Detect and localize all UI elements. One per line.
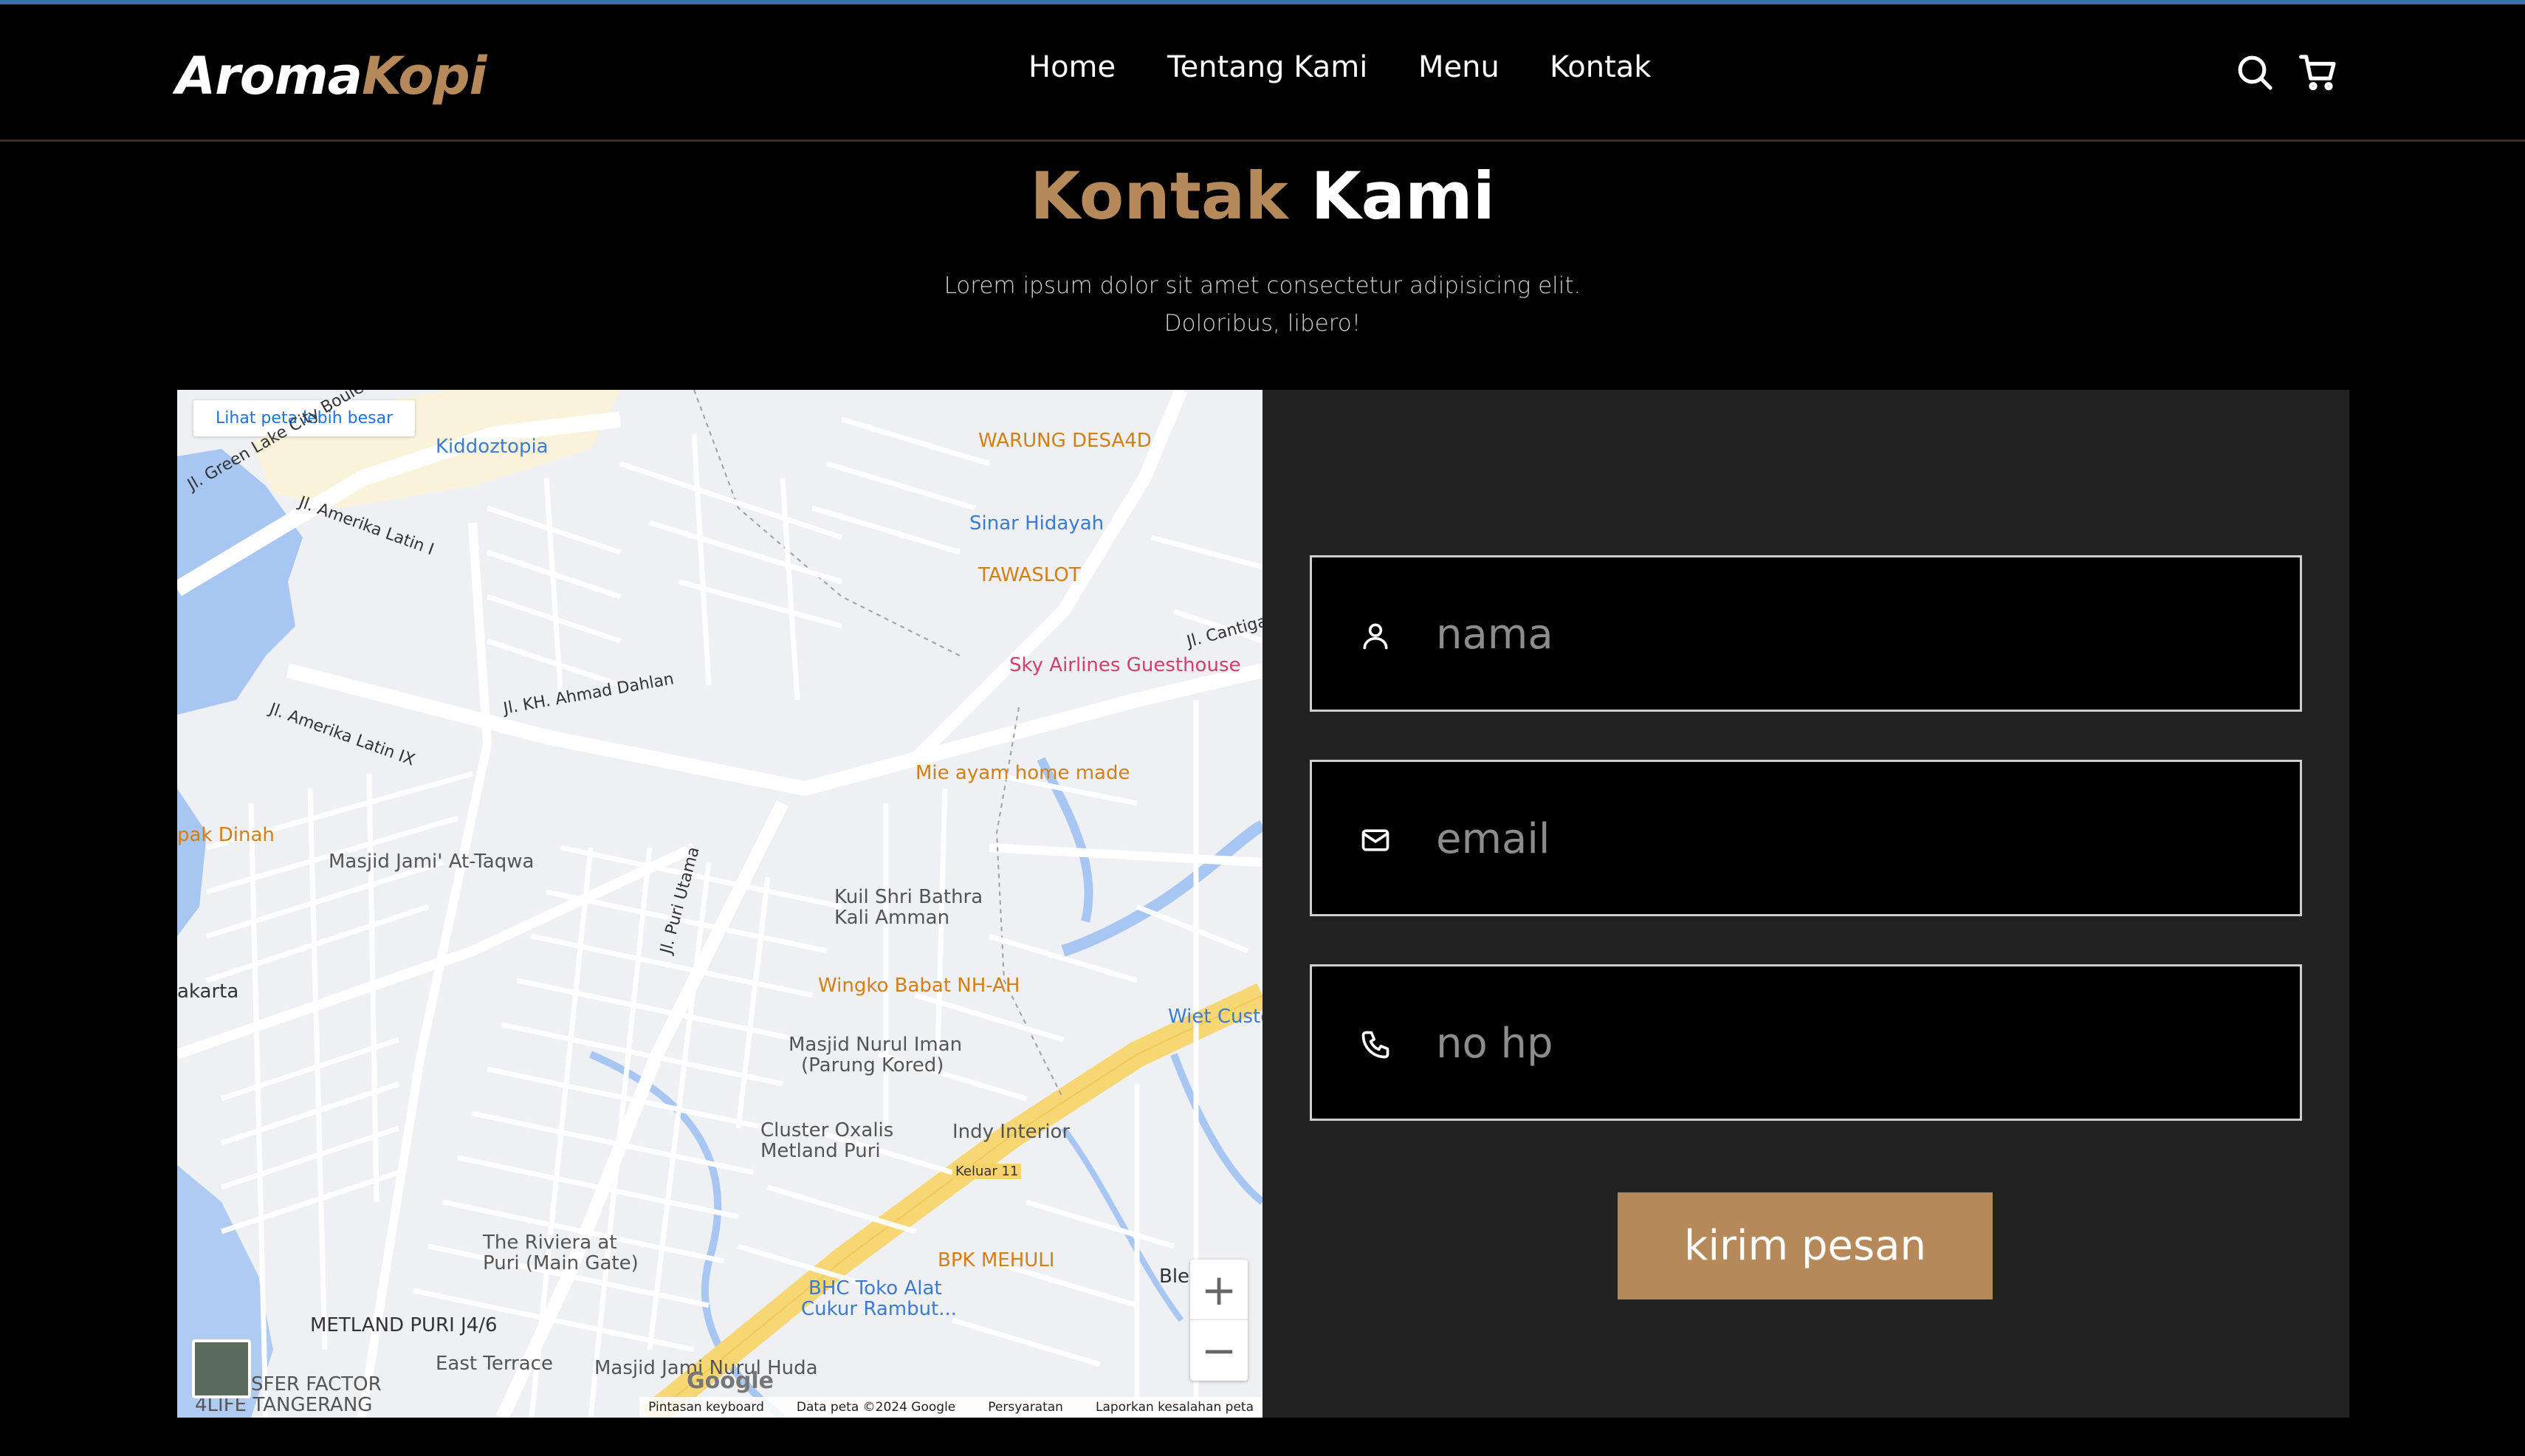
map-footer-report[interactable]: Laporkan kesalahan peta	[1096, 1400, 1254, 1415]
navbar: AromaKopi Home Tentang Kami Menu Kontak	[0, 4, 2525, 142]
map-label-warung[interactable]: WARUNG DESA4D	[978, 430, 1152, 452]
map-label-transfer[interactable]: SFER FACTOR	[251, 1373, 382, 1395]
map-label-akarta: akarta	[177, 981, 239, 1003]
map-label-pakdinah[interactable]: pak Dinah	[177, 824, 275, 846]
name-input[interactable]	[1436, 596, 2278, 673]
nav-home-link[interactable]: Home	[1028, 50, 1116, 84]
brand-part1: Aroma	[176, 46, 363, 106]
map-label-mieayam[interactable]: Mie ayam home made	[915, 762, 1130, 784]
zoom-in-button[interactable]: +	[1190, 1260, 1248, 1320]
contact-form: kirim pesan	[1262, 390, 2349, 1418]
map-label-metland[interactable]: METLAND PURI J4/6	[310, 1314, 498, 1336]
page-title: Kontak Kami	[0, 158, 2525, 234]
subtitle-line1: Lorem ipsum dolor sit amet consectetur a…	[944, 272, 1581, 299]
map-label-kuil2[interactable]: Kali Amman	[834, 907, 949, 929]
email-field[interactable]	[1310, 760, 2302, 916]
brand-part2: Kopi	[361, 46, 487, 106]
map-label-nurul1[interactable]: Masjid Nurul Iman	[789, 1034, 962, 1056]
nav-contact-link[interactable]: Kontak	[1550, 50, 1651, 84]
map-label-riviera2[interactable]: Puri (Main Gate)	[483, 1252, 639, 1274]
map-label-sinar[interactable]: Sinar Hidayah	[969, 512, 1104, 535]
map-label-kiddoztopia[interactable]: Kiddoztopia	[436, 436, 549, 458]
map-label-bpk[interactable]: BPK MEHULI	[938, 1249, 1054, 1271]
page-subtitle: Lorem ipsum dolor sit amet consectetur a…	[893, 267, 1632, 343]
nav-menu-link[interactable]: Menu	[1418, 50, 1499, 84]
map-label-keluar: Keluar 11	[952, 1164, 1022, 1179]
map-label-masjidjami[interactable]: Masjid Jami' At-Taqwa	[329, 851, 534, 873]
map-label-eastterrace[interactable]: East Terrace	[436, 1353, 553, 1375]
map-footer-terms[interactable]: Persyaratan	[988, 1400, 1063, 1415]
map-footer: Pintasan keyboard Data peta ©2024 Google…	[639, 1397, 1262, 1418]
phone-field[interactable]	[1310, 964, 2302, 1121]
map-satellite-toggle[interactable]	[192, 1339, 251, 1398]
mail-icon	[1361, 829, 1389, 851]
google-logo: Google	[687, 1368, 774, 1394]
map-label-kuil1[interactable]: Kuil Shri Bathra	[834, 886, 983, 908]
map-label-wiet[interactable]: Wiet Custo	[1168, 1006, 1262, 1028]
title-part1: Kontak	[1030, 158, 1288, 234]
map-label-bhc1[interactable]: BHC Toko Alat	[808, 1277, 942, 1299]
email-input[interactable]	[1436, 800, 2278, 877]
map-label-ble: Ble	[1159, 1266, 1190, 1288]
map-label-riviera1[interactable]: The Riviera at	[483, 1232, 617, 1254]
map-graphics	[177, 390, 1262, 1418]
map-label-tawaslot[interactable]: TAWASLOT	[978, 564, 1081, 586]
user-icon	[1363, 623, 1388, 650]
map-label-cluster2[interactable]: Metland Puri	[760, 1140, 881, 1162]
subtitle-line2: Doloribus, libero!	[1164, 310, 1361, 337]
map-label-wingko[interactable]: Wingko Babat NH-AH	[818, 975, 1020, 997]
embedded-map[interactable]: Lihat peta lebih besar Kiddoztopia WARUN…	[177, 390, 1262, 1418]
map-footer-shortcuts[interactable]: Pintasan keyboard	[648, 1400, 764, 1415]
map-zoom-control: + −	[1190, 1260, 1248, 1381]
map-label-sky[interactable]: Sky Airlines Guesthouse	[1009, 654, 1241, 676]
nav-about-link[interactable]: Tentang Kami	[1167, 50, 1367, 84]
title-part2: Kami	[1310, 158, 1495, 234]
name-field[interactable]	[1310, 555, 2302, 712]
zoom-out-button[interactable]: −	[1190, 1320, 1248, 1381]
brand-logo[interactable]: AromaKopi	[176, 46, 487, 106]
phone-icon	[1361, 1031, 1389, 1059]
map-label-cluster1[interactable]: Cluster Oxalis	[760, 1119, 893, 1141]
nav-icons	[2234, 52, 2337, 93]
map-label-indy[interactable]: Indy Interior	[952, 1121, 1070, 1143]
search-icon[interactable]	[2234, 52, 2275, 93]
map-label-nurul2[interactable]: (Parung Kored)	[801, 1054, 944, 1076]
phone-input[interactable]	[1436, 1005, 2278, 1082]
cart-icon[interactable]	[2298, 52, 2339, 93]
map-label-bhc2[interactable]: Cukur Rambut...	[801, 1298, 957, 1320]
send-message-button[interactable]: kirim pesan	[1618, 1192, 1993, 1299]
map-footer-data: Data peta ©2024 Google	[796, 1400, 956, 1415]
